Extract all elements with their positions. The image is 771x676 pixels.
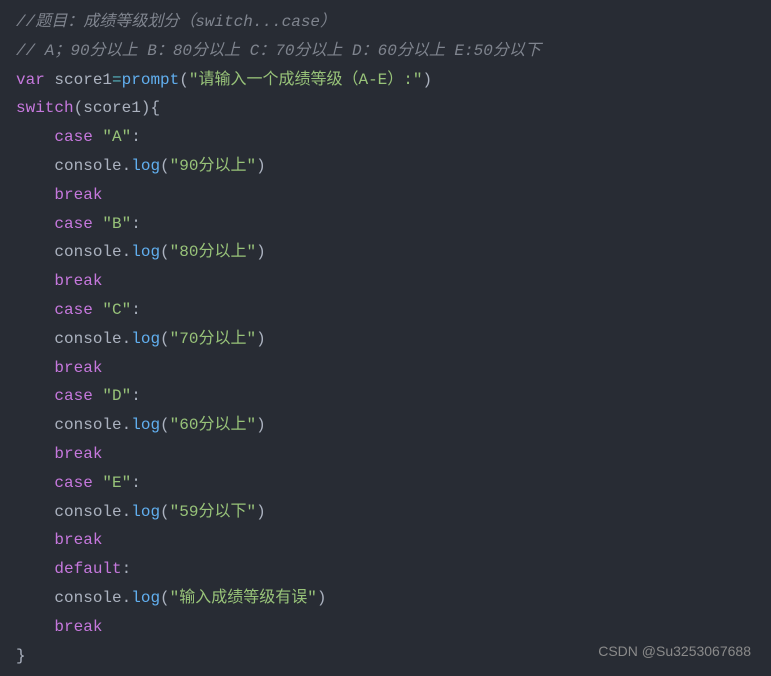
break-e: break [16,526,755,555]
break-c: break [16,354,755,383]
log-b: console.log("80分以上") [16,238,755,267]
break-a: break [16,181,755,210]
log-a: console.log("90分以上") [16,152,755,181]
comment-line-2: // A；90分以上 B：80分以上 C：70分以上 D：60分以上 E:50分… [16,37,755,66]
switch-statement: switch(score1){ [16,94,755,123]
break-b: break [16,267,755,296]
log-e: console.log("59分以下") [16,498,755,527]
case-d: case "D": [16,382,755,411]
log-c: console.log("70分以上") [16,325,755,354]
var-declaration: var score1=prompt("请输入一个成绩等级（A-E）:") [16,66,755,95]
watermark-text: CSDN @Su3253067688 [598,639,751,664]
case-e: case "E": [16,469,755,498]
log-d: console.log("60分以上") [16,411,755,440]
log-default: console.log("输入成绩等级有误") [16,584,755,613]
case-a: case "A": [16,123,755,152]
default-case: default: [16,555,755,584]
case-c: case "C": [16,296,755,325]
break-default: break [16,613,755,642]
break-d: break [16,440,755,469]
comment-line-1: //题目：成绩等级划分（switch...case） [16,8,755,37]
code-block: //题目：成绩等级划分（switch...case） // A；90分以上 B：… [16,8,755,670]
case-b: case "B": [16,210,755,239]
